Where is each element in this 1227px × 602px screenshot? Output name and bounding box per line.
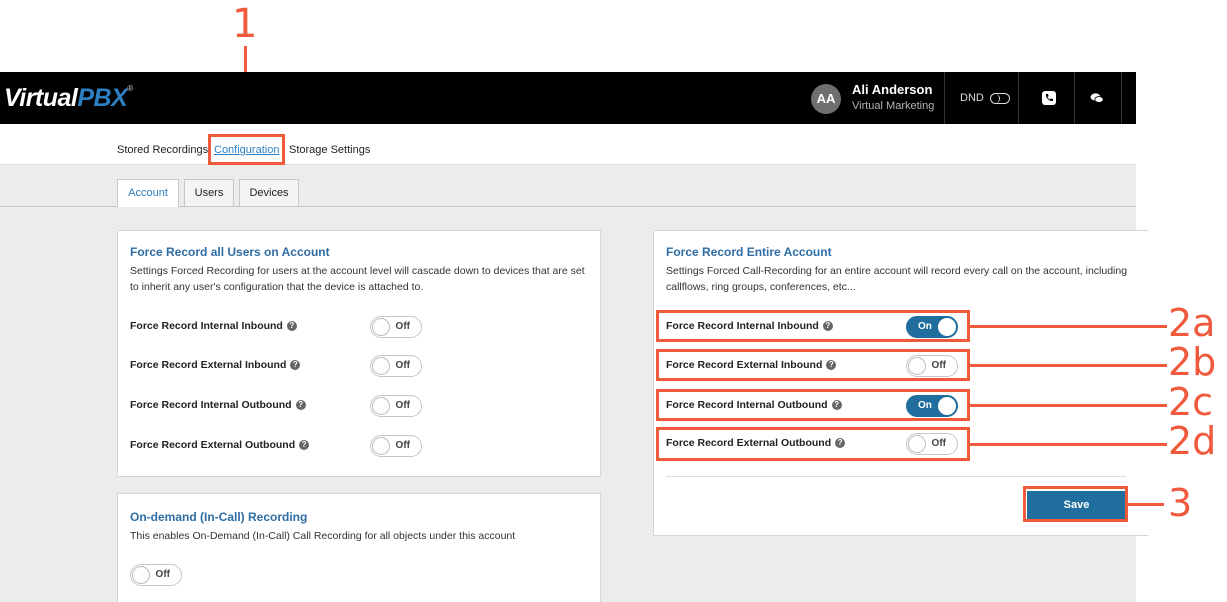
callout-3-box <box>1023 486 1128 522</box>
callout-2d-label: 2d <box>1168 419 1217 463</box>
users-external-inbound-toggle[interactable]: Off <box>370 355 422 377</box>
setting-row-label: Force Record External Inbound? <box>130 359 301 371</box>
callout-2b-label: 2b <box>1168 340 1217 384</box>
setting-row-label: Force Record External Outbound? <box>130 439 310 451</box>
card-title: On-demand (In-Call) Recording <box>130 510 308 524</box>
help-icon[interactable]: ? <box>290 360 301 370</box>
tab-users[interactable]: Users <box>184 179 234 206</box>
header-divider <box>1074 72 1075 124</box>
top-header-bar: VirtualPBX® AA Ali Anderson Virtual Mark… <box>0 72 1136 124</box>
card-divider <box>666 476 1126 477</box>
tab-devices[interactable]: Devices <box>239 179 299 206</box>
card-description: Settings Forced Recording for users at t… <box>130 265 585 293</box>
callout-1-label: 1 <box>232 1 258 47</box>
dnd-toggle-icon[interactable] <box>989 92 1010 104</box>
callout-2d-line <box>970 443 1167 446</box>
virtualpbx-logo[interactable]: VirtualPBX® <box>4 84 133 113</box>
user-name: Ali Anderson <box>852 82 933 97</box>
setting-row-label: Force Record Internal Inbound? <box>130 320 297 332</box>
card-title: Force Record all Users on Account <box>130 245 330 259</box>
toggle-knob <box>372 397 390 415</box>
callout-1-box <box>208 134 285 165</box>
header-divider <box>1121 72 1122 124</box>
callout-2c-box <box>656 389 970 421</box>
callout-3-line <box>1128 503 1164 506</box>
card-title: Force Record Entire Account <box>666 245 832 259</box>
subnav-stored-recordings[interactable]: Stored Recordings <box>117 144 208 156</box>
toggle-knob <box>372 437 390 455</box>
callout-2c-line <box>970 404 1167 407</box>
recordings-subnav: Stored Recordings Configuration Storage … <box>0 124 1136 165</box>
dnd-toggle-control[interactable]: DND <box>960 92 1010 104</box>
main-content: Account Users Devices Force Record all U… <box>0 165 1148 602</box>
callout-2a-box <box>656 310 970 342</box>
callout-2b-box <box>656 349 970 381</box>
dnd-label: DND <box>960 92 984 104</box>
callout-2d-box <box>656 427 970 461</box>
header-divider <box>1018 72 1019 124</box>
callout-2a-label: 2a <box>1168 301 1216 345</box>
help-icon[interactable]: ? <box>286 321 297 331</box>
tab-account[interactable]: Account <box>117 179 179 207</box>
toggle-knob <box>372 357 390 375</box>
force-record-users-card: Force Record all Users on Account Settin… <box>117 230 601 477</box>
header-divider <box>944 72 945 124</box>
subnav-storage-settings[interactable]: Storage Settings <box>289 144 370 156</box>
users-internal-inbound-toggle[interactable]: Off <box>370 316 422 338</box>
toggle-state: Off <box>395 360 410 371</box>
callout-2b-line <box>970 364 1167 367</box>
card-description: This enables On-Demand (In-Call) Call Re… <box>130 530 516 542</box>
phone-icon[interactable] <box>1041 90 1057 106</box>
toggle-knob <box>132 566 150 584</box>
callout-2c-label: 2c <box>1168 380 1214 424</box>
chat-icon[interactable] <box>1089 90 1105 106</box>
card-description: Settings Forced Call-Recording for an en… <box>666 265 1128 293</box>
user-avatar[interactable]: AA <box>811 84 841 114</box>
users-external-outbound-toggle[interactable]: Off <box>370 435 422 457</box>
on-demand-recording-card: On-demand (In-Call) Recording This enabl… <box>117 493 601 602</box>
setting-row-label: Force Record Internal Outbound? <box>130 399 306 411</box>
toggle-knob <box>372 318 390 336</box>
callout-2a-line <box>970 325 1167 328</box>
on-demand-recording-toggle[interactable]: Off <box>130 564 182 586</box>
callout-3-label: 3 <box>1168 481 1193 525</box>
toggle-state: Off <box>395 321 410 332</box>
user-organization: Virtual Marketing <box>852 100 935 112</box>
help-icon[interactable]: ? <box>299 440 310 450</box>
toggle-state: Off <box>395 400 410 411</box>
toggle-state: Off <box>155 569 170 580</box>
users-internal-outbound-toggle[interactable]: Off <box>370 395 422 417</box>
help-icon[interactable]: ? <box>295 400 306 410</box>
page: 1 VirtualPBX® AA Ali Anderson Virtual Ma… <box>0 0 1227 602</box>
toggle-state: Off <box>395 440 410 451</box>
